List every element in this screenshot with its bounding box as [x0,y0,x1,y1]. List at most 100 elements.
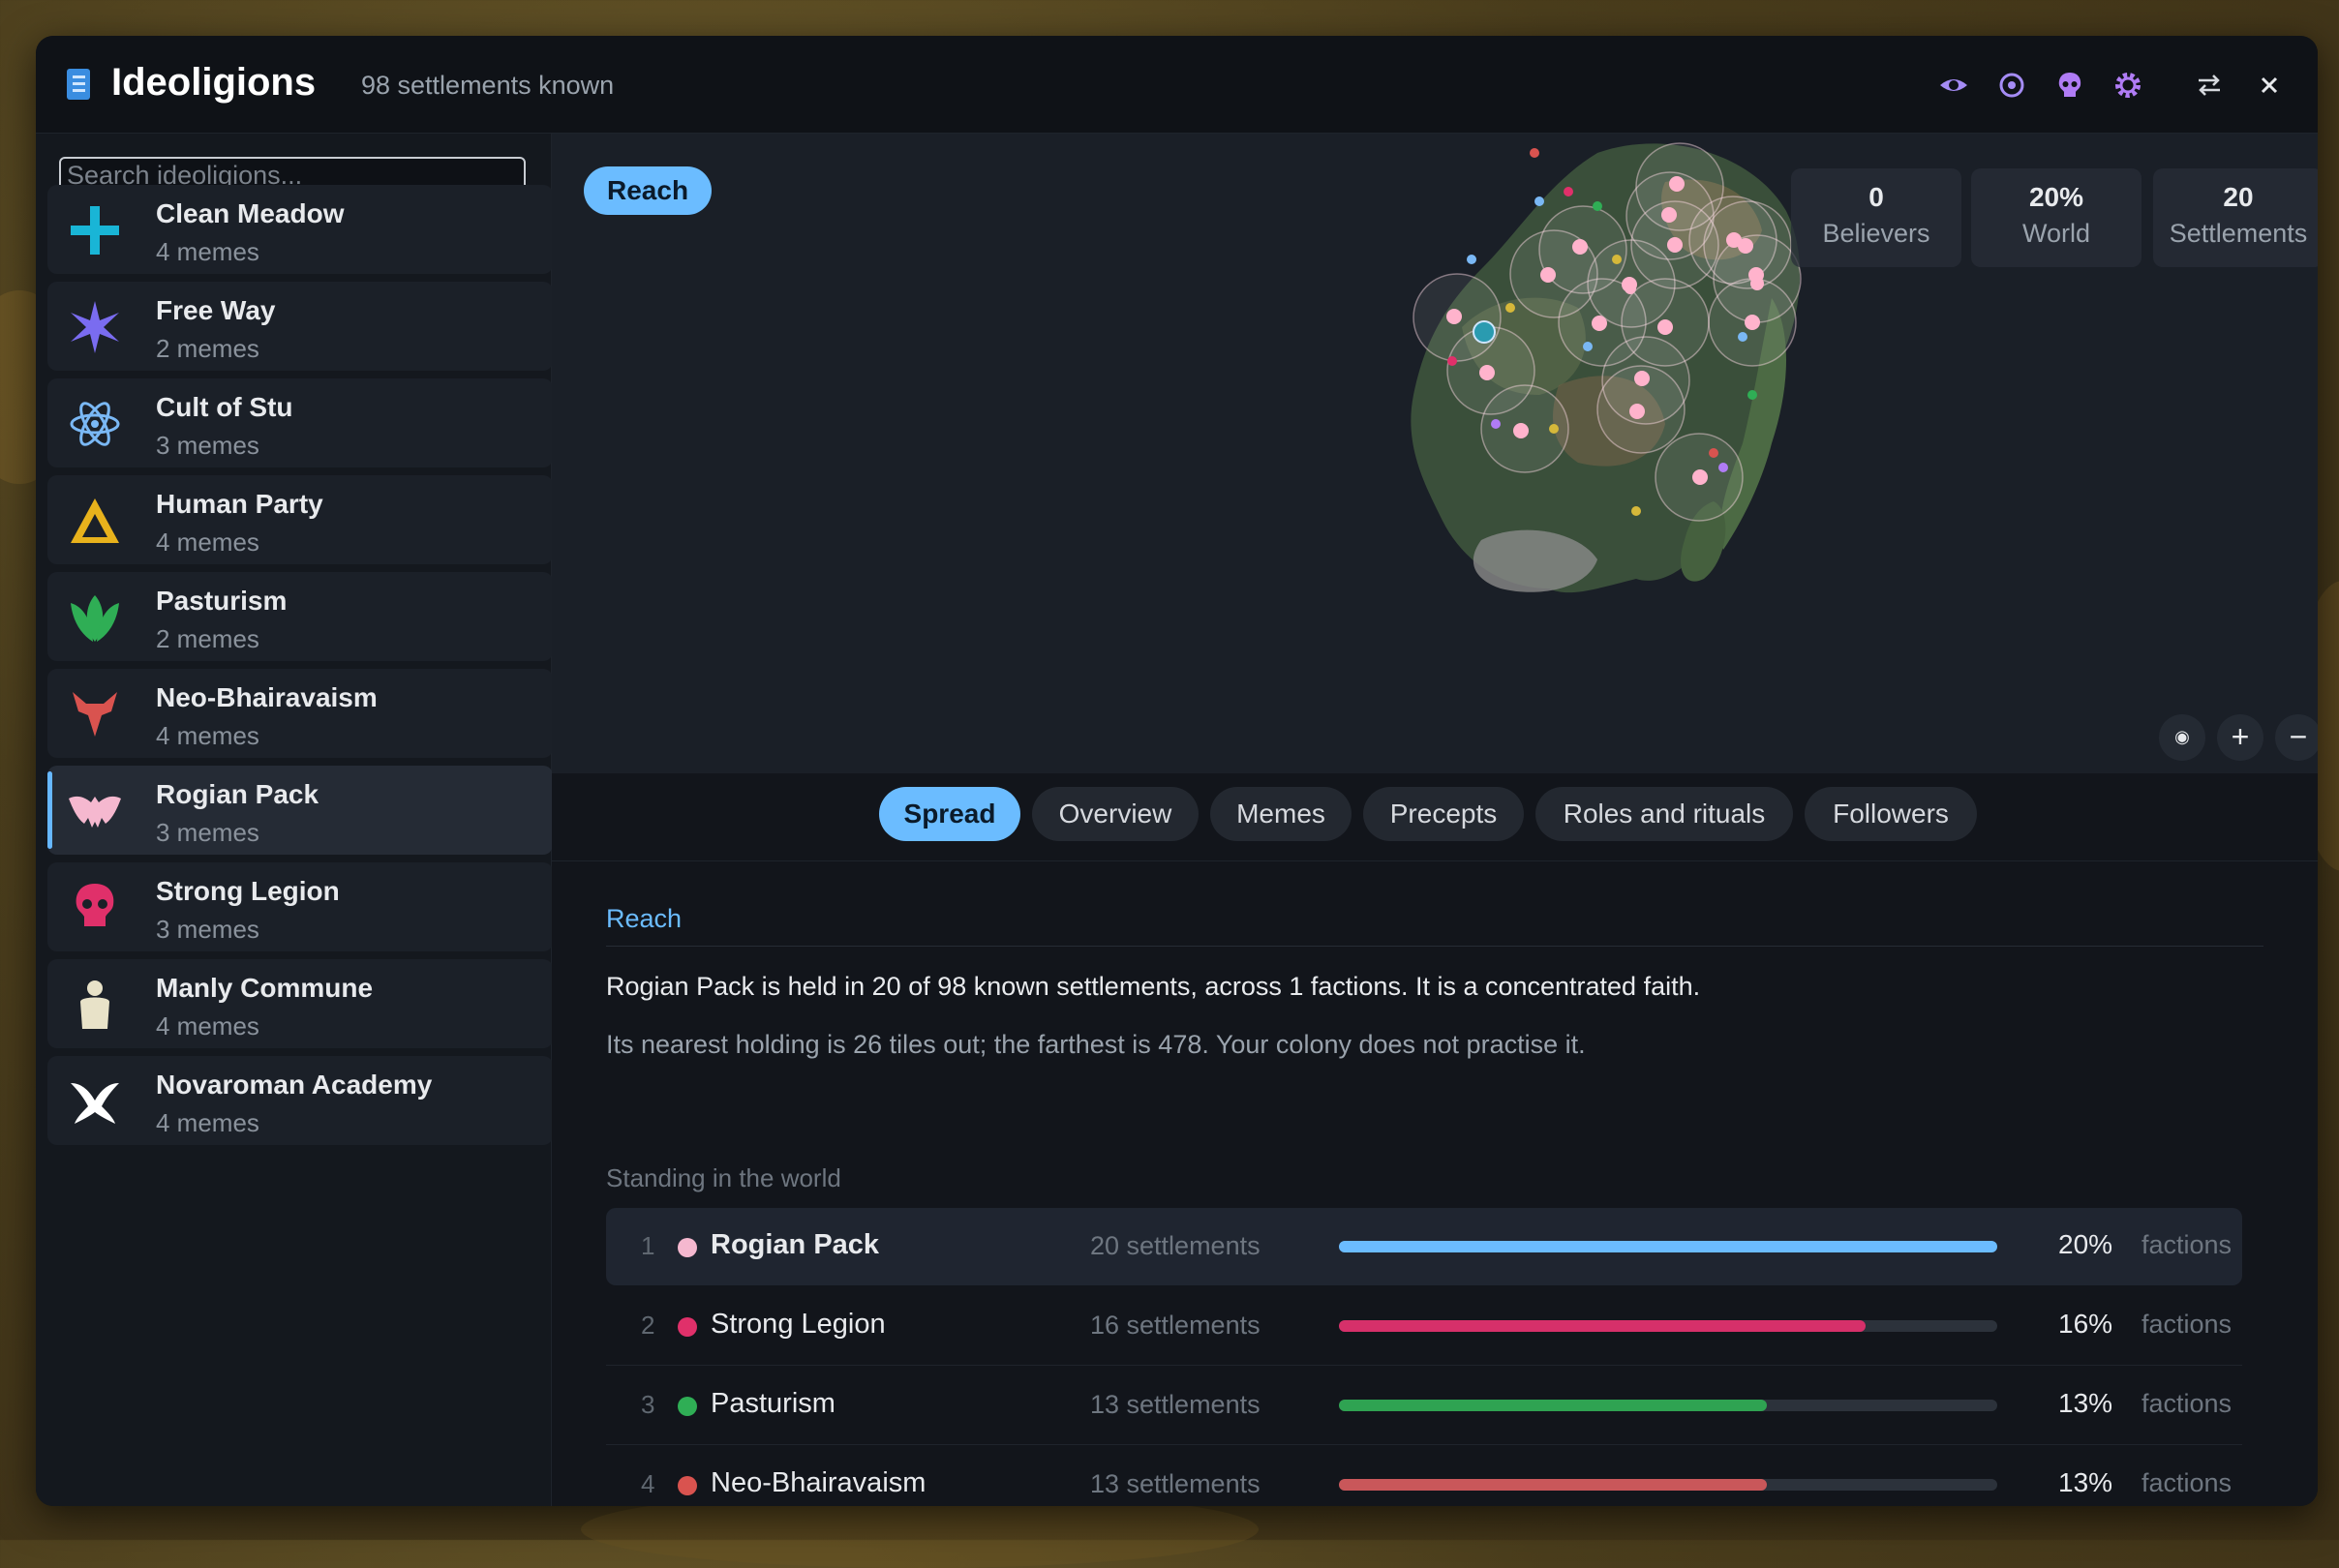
sidebar-item-novaroman-academy[interactable]: Novaroman Academy 4 memes [47,1056,553,1145]
row-bar-fill [1339,1241,1997,1252]
stat-settlements: 20 Settlements [2153,168,2318,267]
row-rank: 2 [641,1311,655,1340]
sidebar-item-memes: 2 memes [156,334,259,363]
row-color-dot [678,1397,697,1416]
zoom-out-button[interactable]: − [2275,714,2318,761]
row-bar-track [1339,1479,1997,1491]
tab-spread[interactable]: Spread [879,787,1020,841]
cross-icon [71,206,119,255]
row-bar-track [1339,1400,1997,1411]
sidebar-item-free-way[interactable]: Free Way 2 memes [47,282,553,371]
row-color-dot [678,1476,697,1495]
sidebar-item-memes: 3 memes [156,431,259,460]
table-row[interactable]: 1 Rogian Pack 20 settlements 20% factions [606,1208,2242,1285]
main-content: Reach 0 Believers 20% World 20 Settlemen… [552,134,2318,1506]
stat-believers: 0 Believers [1791,168,1961,267]
sidebar-item-human-party[interactable]: Human Party 4 memes [47,475,553,564]
table-row[interactable]: 2 Strong Legion 16 settlements 16% factions [606,1287,2242,1366]
row-bar-fill [1339,1479,1767,1491]
stat-believers-value: 0 [1868,182,1884,212]
sidebar-item-strong-legion[interactable]: Strong Legion 3 memes [47,862,553,951]
sidebar-item-clean-meadow[interactable]: Clean Meadow 4 memes [47,185,553,274]
selection-indicator [47,771,52,849]
swap-icon[interactable] [2193,69,2226,102]
tab-followers[interactable]: Followers [1805,787,1977,841]
skull-icon [76,884,114,926]
sidebar-item-pasturism[interactable]: Pasturism 2 memes [47,572,553,661]
row-name: Rogian Pack [711,1229,880,1260]
tab-bar: Spread Overview Memes Precepts Roles and… [552,773,2318,861]
row-color-dot [678,1317,697,1337]
skull-icon[interactable] [2053,69,2086,102]
window-title: Ideoligions [111,61,317,104]
sidebar-item-name: Pasturism [156,586,288,616]
sidebar-item-name: Human Party [156,489,323,519]
sidebar-item-memes: 4 memes [156,1108,259,1137]
target-icon[interactable] [1995,69,2028,102]
sidebar-item-memes: 3 memes [156,915,259,944]
sidebar-item-name: Free Way [156,295,276,325]
row-name: Strong Legion [711,1309,886,1340]
stat-settlements-value: 20 [2223,182,2254,212]
ideoligion-sidebar: Clean Meadow 4 memes Free Way 2 memes Cult o… [36,134,553,1506]
stat-world: 20% World [1971,168,2142,267]
row-unit: factions [2142,1310,2233,1339]
figure-icon [80,980,109,1029]
sidebar-item-name: Strong Legion [156,876,340,906]
row-count: 13 settlements [1090,1469,1261,1498]
settlements-known: 98 settlements known [361,71,615,100]
stat-world-value: 20% [2028,182,2084,212]
world-map[interactable]: Reach 0 Believers 20% World 20 Settlemen… [552,134,2318,773]
row-rank: 1 [641,1231,655,1260]
tab-precepts[interactable]: Precepts [1363,787,1524,841]
table-row[interactable]: 4 Neo-Bhairavaism 13 settlements 13% faction… [606,1446,2242,1506]
sidebar-item-manly-commune[interactable]: Manly Commune 4 memes [47,959,553,1048]
reach-summary: Rogian Pack is held in 20 of 98 known se… [606,972,1701,1001]
eye-icon[interactable] [1937,69,1970,102]
tab-roles-and-rituals[interactable]: Roles and rituals [1535,787,1793,841]
wings-icon [71,1083,119,1124]
ideoligions-window: Ideoligions 98 settlements known Clean M… [36,36,2318,1506]
sidebar-item-name: Neo-Bhairavaism [156,682,378,712]
row-bar-fill [1339,1320,1866,1332]
row-count: 16 settlements [1090,1311,1261,1340]
reach-pill[interactable]: Reach [584,166,713,215]
row-rank: 4 [641,1469,655,1498]
row-name: Neo-Bhairavaism [711,1467,926,1498]
triangle-icon [71,498,119,543]
row-percent: 13% [2058,1388,2113,1418]
sidebar-item-name: Clean Meadow [156,198,345,228]
sidebar-item-name: Rogian Pack [156,779,319,809]
sidebar-item-name: Manly Commune [156,973,374,1003]
book-icon [67,69,90,100]
star-burst-icon [71,301,119,353]
row-color-dot [678,1238,697,1257]
close-icon[interactable] [2253,69,2286,102]
sidebar-item-memes: 2 memes [156,624,259,653]
stat-world-label: World [2021,219,2091,248]
zoom-reset-button[interactable]: ◉ [2159,714,2205,761]
sidebar-item-rogian-pack[interactable]: Rogian Pack 3 memes [47,766,553,855]
divider [606,946,2263,947]
zoom-in-button[interactable]: + [2217,714,2263,761]
row-unit: factions [2142,1389,2233,1418]
sidebar-item-neo-bhairavaism[interactable]: Neo-Bhairavaism 4 memes [47,669,553,758]
row-rank: 3 [641,1390,655,1419]
row-percent: 13% [2058,1467,2113,1497]
table-row[interactable]: 3 Pasturism 13 settlements 13% factions [606,1367,2242,1445]
stat-settlements-label: Settlements [2169,219,2308,248]
demon-icon [73,692,117,737]
row-unit: factions [2142,1468,2233,1497]
tab-memes[interactable]: Memes [1210,787,1352,841]
gear-icon[interactable] [2111,69,2144,102]
row-percent: 20% [2058,1229,2113,1259]
atom-icon [70,402,120,446]
row-bar-fill [1339,1400,1767,1411]
row-bar-track [1339,1320,1997,1332]
row-count: 20 settlements [1090,1231,1261,1260]
sidebar-item-cult-of-stu[interactable]: Cult of Stu 3 memes [47,378,553,467]
tab-overview[interactable]: Overview [1032,787,1199,841]
row-percent: 16% [2058,1309,2113,1339]
section-title-reach: Reach [606,904,683,933]
sidebar-item-memes: 4 memes [156,1011,259,1040]
